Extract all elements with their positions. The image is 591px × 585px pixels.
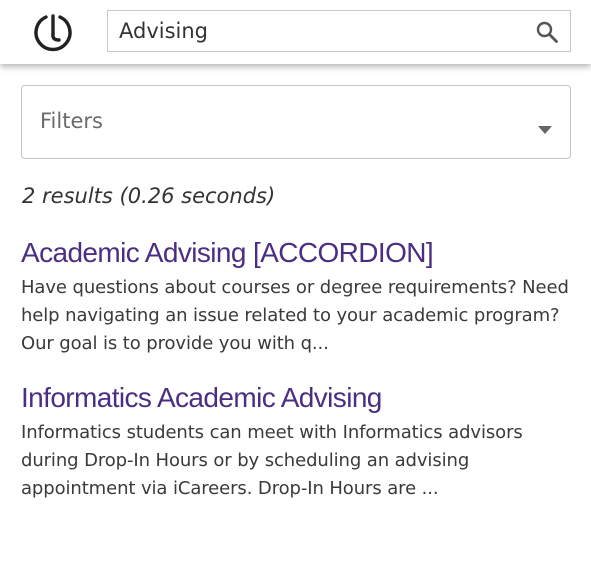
header-bar	[0, 0, 591, 64]
search-input[interactable]	[108, 11, 528, 51]
filters-dropdown[interactable]: Filters	[21, 85, 571, 159]
result-item: Academic Advising [ACCORDION] Have quest…	[21, 236, 581, 358]
filters-label: Filters	[40, 109, 103, 133]
search-icon[interactable]	[536, 21, 558, 43]
result-title-link[interactable]: Academic Advising [ACCORDION]	[21, 236, 581, 270]
result-snippet: Informatics students can meet with Infor…	[21, 422, 523, 499]
result-count: 2 results (0.26 seconds)	[22, 184, 276, 208]
result-snippet: Have questions about courses or degree r…	[21, 277, 569, 354]
caret-down-icon	[538, 119, 552, 134]
result-title-link[interactable]: Informatics Academic Advising	[21, 381, 581, 415]
logo-icon[interactable]	[32, 10, 74, 52]
search-box	[107, 10, 571, 52]
result-item: Informatics Academic Advising Informatic…	[21, 381, 581, 503]
